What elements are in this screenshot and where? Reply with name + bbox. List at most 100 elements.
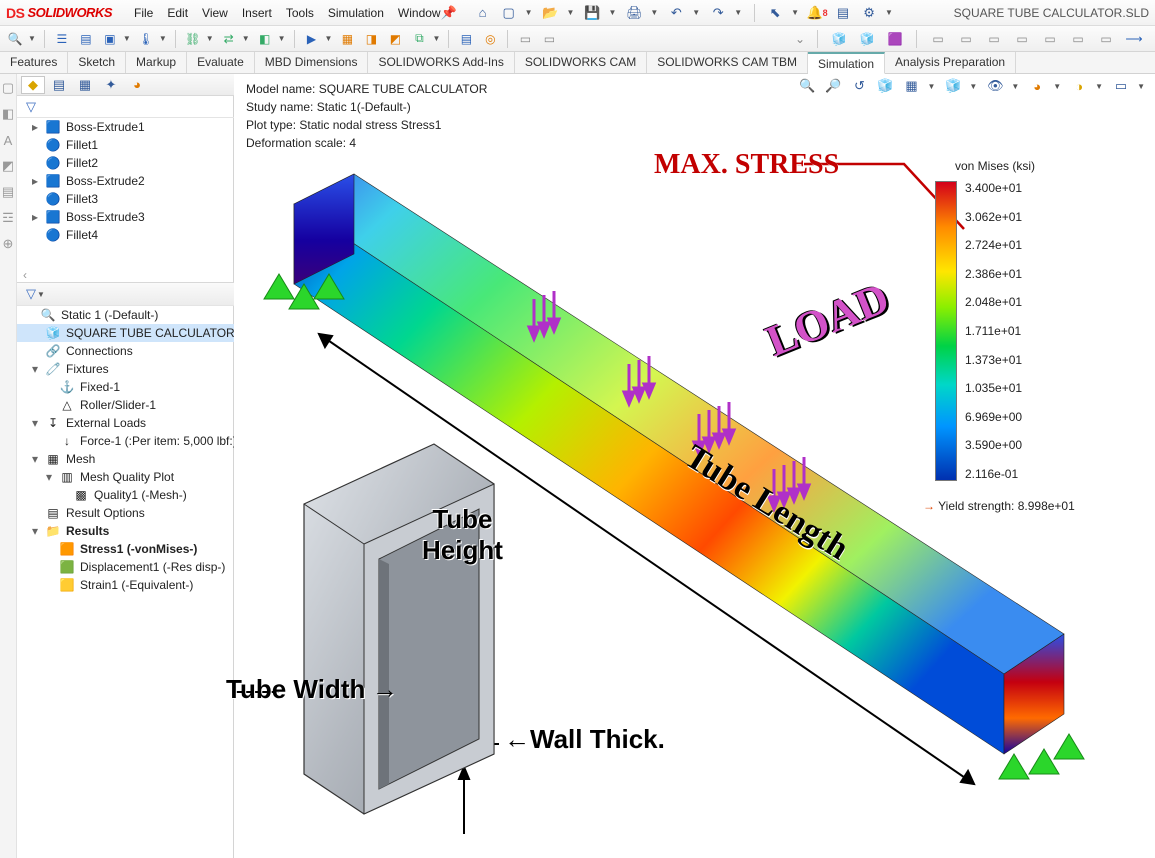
study-advisor-icon[interactable]: 🔍	[6, 30, 24, 48]
feature-tree[interactable]: ▸🟦Boss-Extrude1🔵Fillet1🔵Fillet2▸🟦Boss-Ex…	[17, 118, 246, 268]
tab-features[interactable]: Features	[0, 52, 68, 73]
menu-file[interactable]: File	[134, 6, 153, 20]
probe-icon[interactable]: ◎	[481, 30, 499, 48]
twisty-icon[interactable]: ▸	[30, 174, 40, 188]
tree-row[interactable]: ▾↧External Loads	[17, 414, 246, 432]
menu-tools[interactable]: Tools	[286, 6, 314, 20]
tree-row[interactable]: 🔵Fillet2	[17, 154, 246, 172]
twisty-icon[interactable]: ▸	[30, 210, 40, 224]
tab-markup[interactable]: Markup	[126, 52, 187, 73]
sim-tree[interactable]: 🔍Static 1 (-Default-)🧊SQUARE TUBE CALCUL…	[17, 306, 246, 594]
tab-camtbm[interactable]: SOLIDWORKS CAM TBM	[647, 52, 808, 73]
compare-icon[interactable]: ⧉	[410, 30, 428, 48]
ptab-config[interactable]: ▤	[47, 76, 71, 94]
gutter-icon[interactable]: ◧	[0, 106, 16, 122]
new-icon[interactable]: ▢	[501, 5, 517, 21]
print-icon[interactable]: 🖨	[626, 5, 642, 21]
save-icon[interactable]: 💾	[584, 5, 600, 21]
tree-row[interactable]: 🔵Fillet3	[17, 190, 246, 208]
rr-icon[interactable]: 🧊	[830, 30, 848, 48]
ribbon-icon[interactable]: ☰	[53, 30, 71, 48]
gutter-icon[interactable]: ▤	[0, 184, 16, 200]
twisty-icon[interactable]: ▾	[30, 452, 40, 466]
ribbon-icon[interactable]: ▣	[101, 30, 119, 48]
report-icon[interactable]: ▤	[457, 30, 475, 48]
tree-row[interactable]: ▾▥Mesh Quality Plot	[17, 468, 246, 486]
twisty-icon[interactable]: ▸	[30, 120, 40, 134]
tree-row[interactable]: 🟩Displacement1 (-Res disp-)	[17, 558, 246, 576]
ptab-display[interactable]: ✦	[99, 76, 123, 94]
tree-row[interactable]: ▾📁Results	[17, 522, 246, 540]
tab-cam[interactable]: SOLIDWORKS CAM	[515, 52, 647, 73]
study-root[interactable]: 🔍Static 1 (-Default-)	[17, 306, 246, 324]
menu-edit[interactable]: Edit	[167, 6, 188, 20]
deform-icon[interactable]: ◨	[362, 30, 380, 48]
ribbon-icon[interactable]: ▤	[77, 30, 95, 48]
twisty-icon[interactable]: ▾	[44, 470, 54, 484]
tree-row[interactable]: 🟧Stress1 (-vonMises-)	[17, 540, 246, 558]
tab-addins[interactable]: SOLIDWORKS Add-Ins	[368, 52, 514, 73]
tree-row[interactable]: 🧊SQUARE TUBE CALCULATOR (	[17, 324, 246, 342]
tree-label: Fillet4	[66, 228, 98, 242]
tree-row[interactable]: ↓Force-1 (:Per item: 5,000 lbf:)	[17, 432, 246, 450]
pin-icon[interactable]: 📌	[441, 5, 457, 21]
redo-icon[interactable]: ↷	[710, 5, 726, 21]
tree-row[interactable]: ⚓Fixed-1	[17, 378, 246, 396]
rr-icon[interactable]: 🧊	[858, 30, 876, 48]
tree-row[interactable]: ▾🧷Fixtures	[17, 360, 246, 378]
notif-icon[interactable]: 🔔8	[809, 5, 825, 21]
menu-insert[interactable]: Insert	[242, 6, 272, 20]
select-icon[interactable]: ⬉	[767, 5, 783, 21]
tree-row[interactable]: ▸🟦Boss-Extrude3	[17, 208, 246, 226]
gutter-icon[interactable]: A	[0, 132, 16, 148]
gutter-icon[interactable]: ⊕	[0, 236, 16, 252]
ptab-props[interactable]: ▦	[73, 76, 97, 94]
options-icon[interactable]: ▤	[835, 5, 851, 21]
rr-icon[interactable]: ⟶	[1125, 30, 1143, 48]
results-icon[interactable]: ▦	[338, 30, 356, 48]
gutter-icon[interactable]: ☲	[0, 210, 16, 226]
gutter-icon[interactable]: ▢	[0, 80, 16, 96]
twisty-icon[interactable]: ▾	[30, 362, 40, 376]
ptab-appear[interactable]: ◕	[125, 76, 149, 94]
connections-icon[interactable]: ⇄	[220, 30, 238, 48]
graphics-viewport[interactable]: Model name: SQUARE TUBE CALCULATOR Study…	[234, 74, 1155, 858]
twisty-icon[interactable]: ▾	[30, 524, 40, 538]
tree-row[interactable]: ▸🟦Boss-Extrude1	[17, 118, 246, 136]
rr-icon[interactable]: 🟪	[886, 30, 904, 48]
menu-simulation[interactable]: Simulation	[328, 6, 384, 20]
tree-row[interactable]: ▸🟦Boss-Extrude2	[17, 172, 246, 190]
tab-mbd[interactable]: MBD Dimensions	[255, 52, 369, 73]
undo-icon[interactable]: ↶	[668, 5, 684, 21]
temp-icon[interactable]: 🌡	[137, 30, 155, 48]
tab-simulation[interactable]: Simulation	[808, 52, 885, 74]
open-icon[interactable]: 📂	[543, 5, 559, 21]
menu-view[interactable]: View	[202, 6, 228, 20]
run-icon[interactable]: ▶	[303, 30, 321, 48]
tree-row[interactable]: 🔗Connections	[17, 342, 246, 360]
plot-icon[interactable]: ◩	[386, 30, 404, 48]
stress-icon: 🟧	[59, 542, 75, 556]
tree-row[interactable]: ▾▦Mesh	[17, 450, 246, 468]
home-icon[interactable]: ⌂	[475, 5, 491, 21]
chevron-down-icon[interactable]: ⌄	[795, 32, 805, 46]
twisty-icon[interactable]: ▾	[30, 416, 40, 430]
ptab-feature-tree[interactable]: ◆	[21, 76, 45, 94]
tab-analysisprep[interactable]: Analysis Preparation	[885, 52, 1016, 73]
tree-row[interactable]: 🔵Fillet1	[17, 136, 246, 154]
tree-row[interactable]: 🟨Strain1 (-Equivalent-)	[17, 576, 246, 594]
menu-window[interactable]: Window	[398, 6, 441, 20]
funnel-icon[interactable]: ▽	[23, 99, 39, 115]
tree-row[interactable]: 🔵Fillet4	[17, 226, 246, 244]
gear-icon[interactable]: ⚙	[861, 5, 877, 21]
fixtures-icon[interactable]: ⛓	[184, 30, 202, 48]
tree-row[interactable]: ▤Result Options	[17, 504, 246, 522]
shell-icon[interactable]: ◧	[256, 30, 274, 48]
tree-row[interactable]: ▩Quality1 (-Mesh-)	[17, 486, 246, 504]
scroll-hint[interactable]: ‹›	[17, 268, 246, 282]
tab-evaluate[interactable]: Evaluate	[187, 52, 255, 73]
gutter-icon[interactable]: ◩	[0, 158, 16, 174]
anno-tube-height-1: Tube	[422, 504, 503, 535]
tab-sketch[interactable]: Sketch	[68, 52, 126, 73]
tree-row[interactable]: △Roller/Slider-1	[17, 396, 246, 414]
